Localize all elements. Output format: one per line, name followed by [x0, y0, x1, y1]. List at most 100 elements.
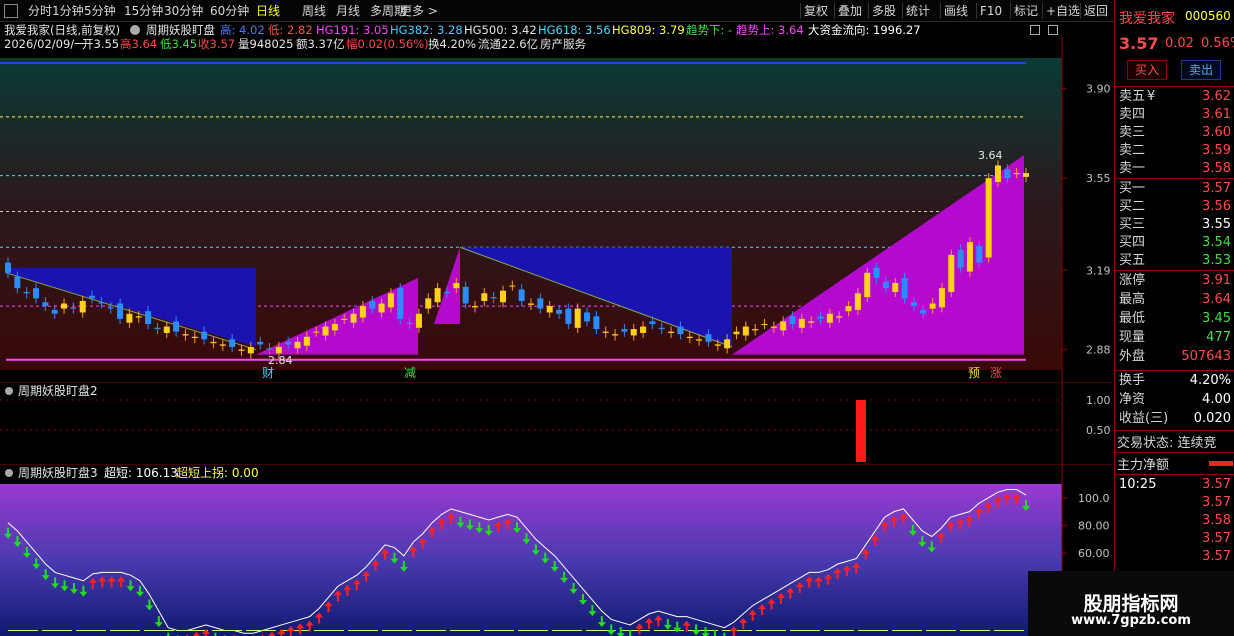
toolbar-right-5[interactable]: F10: [980, 0, 1002, 22]
bid-row-0[interactable]: 买一 3.57: [1115, 180, 1234, 198]
candle-body: [686, 336, 693, 339]
candle-body: [985, 178, 992, 258]
period-tab-1[interactable]: 1分钟: [52, 0, 84, 22]
bid-row-3[interactable]: 买四 3.54: [1115, 234, 1234, 252]
toolbar-right-1[interactable]: 叠加: [838, 0, 862, 22]
sell-button[interactable]: 卖出: [1181, 60, 1221, 80]
candle-body: [854, 293, 861, 310]
toolbar-divider: [940, 3, 941, 19]
candle-body: [434, 288, 441, 303]
stat-value: 3.45: [1202, 311, 1231, 326]
candle-body: [443, 292, 450, 294]
candle-body: [79, 300, 86, 313]
toolbar-right-0[interactable]: 复权: [804, 0, 828, 22]
period-tab-10[interactable]: 更多 >: [400, 0, 438, 22]
toolbar-right-2[interactable]: 多股: [872, 0, 896, 22]
stock-code: 000560: [1185, 9, 1231, 23]
ask-extra: ¥: [1147, 89, 1156, 104]
period-tab-0[interactable]: 分时: [28, 0, 52, 22]
tick-row-3: 3.57: [1115, 530, 1234, 548]
ask-row-1[interactable]: 卖四 3.61: [1115, 106, 1234, 124]
candle-body: [714, 344, 721, 346]
candle-body: [415, 313, 422, 328]
ask-price: 3.60: [1202, 125, 1231, 140]
toolbar-right-4[interactable]: 画线: [944, 0, 968, 22]
panel-collapse-icon[interactable]: [5, 387, 13, 395]
toolbar-right-3[interactable]: 统计: [906, 0, 930, 22]
candle-body: [481, 293, 488, 301]
event-marker-1[interactable]: 减: [404, 366, 416, 380]
candle-body: [546, 306, 553, 313]
candle-body: [994, 165, 1001, 183]
period-tab-3[interactable]: 15分钟: [124, 0, 163, 22]
period-tab-6[interactable]: 日线: [256, 0, 280, 22]
candle-body: [163, 326, 170, 333]
bid-row-2[interactable]: 买三 3.55: [1115, 216, 1234, 234]
indicator-panel-3[interactable]: 周期妖股盯盘3 超短: 106.13超短上拐: 0.00 100.0 80.00 60.…: [0, 464, 1112, 636]
divider: [1115, 452, 1234, 453]
candle-body: [1004, 169, 1011, 179]
chart-area[interactable]: 3.90 3.55 3.19 2.88 2.84 3.64 财 减 预涨 周期妖股盯盘2 1.00…: [0, 22, 1112, 636]
candle-body: [425, 298, 432, 309]
ask-row-2[interactable]: 卖三 3.60: [1115, 124, 1234, 142]
candle-body: [882, 281, 889, 289]
toolbar-divider: [1080, 3, 1081, 19]
candle-body: [499, 290, 506, 303]
panel-collapse-icon[interactable]: [5, 469, 13, 477]
candle-body: [518, 289, 525, 301]
event-marker-0[interactable]: 财: [262, 366, 274, 380]
toolbar-right-8[interactable]: 返回: [1084, 0, 1108, 22]
bid-label: 买四: [1119, 235, 1146, 250]
collapse-icon[interactable]: [130, 25, 140, 35]
ask-label: 卖二: [1119, 143, 1146, 158]
window-icon[interactable]: [1030, 25, 1040, 35]
event-marker-2[interactable]: 预: [968, 366, 980, 380]
ask-row-0[interactable]: 卖五 ¥3.62: [1115, 88, 1234, 106]
divider: [1115, 430, 1234, 431]
period-tab-2[interactable]: 5分钟: [84, 0, 116, 22]
ask-label: 卖五: [1119, 89, 1146, 104]
period-tab-8[interactable]: 月线: [336, 0, 360, 22]
bid-row-1[interactable]: 买二 3.56: [1115, 198, 1234, 216]
candle-body: [752, 329, 759, 331]
candle-body: [817, 316, 824, 319]
stat-value: 3.64: [1202, 292, 1231, 307]
stat2-value: 4.20%: [1189, 373, 1231, 388]
divider: [1115, 270, 1234, 271]
candle-body: [798, 318, 805, 328]
watermark: 股朋指标网 www.7gpzb.com: [1028, 571, 1234, 636]
toolbar-right-7[interactable]: +自选: [1046, 0, 1080, 22]
event-marker-3[interactable]: 涨: [990, 365, 1002, 380]
tick-row-4: 3.57: [1115, 548, 1234, 566]
stat-value: 507643: [1181, 349, 1231, 364]
date: 2026/02/09/一: [4, 37, 86, 51]
bid-price: 3.53: [1202, 253, 1231, 268]
restore-icon[interactable]: [1048, 25, 1058, 35]
toolbar-right-6[interactable]: 标记: [1014, 0, 1038, 22]
ask-row-4[interactable]: 卖一 3.58: [1115, 160, 1234, 178]
indicator-panel-2[interactable]: 周期妖股盯盘2 1.00 0.50: [0, 382, 1112, 466]
ask-row-3[interactable]: 卖二 3.59: [1115, 142, 1234, 160]
trend-down: 趋势下: -: [686, 23, 733, 37]
divider: [1115, 370, 1234, 371]
buy-button[interactable]: 买入: [1127, 60, 1167, 80]
candle-body: [266, 348, 273, 350]
change: 幅0.02(0.56%): [346, 37, 429, 51]
period-tab-5[interactable]: 60分钟: [210, 0, 249, 22]
candle-body: [294, 341, 301, 349]
price-chart[interactable]: 3.90 3.55 3.19 2.88 2.84 3.64 财 减 预涨: [0, 36, 1112, 392]
toolbar-menu-icon[interactable]: [4, 4, 18, 18]
panel2-axis-label: 0.50: [1086, 424, 1111, 437]
candle-body: [901, 277, 908, 299]
candle-body: [929, 303, 936, 309]
candle-body: [780, 321, 787, 331]
low-value: 低: 2.82: [268, 23, 313, 37]
candle-body: [126, 313, 133, 323]
price-axis-label: 2.88: [1086, 344, 1111, 357]
candle-body: [173, 321, 180, 332]
stat-row-4: 外盘 507643: [1115, 348, 1234, 366]
period-tab-4[interactable]: 30分钟: [164, 0, 203, 22]
bid-row-4[interactable]: 买五 3.53: [1115, 252, 1234, 270]
period-tab-7[interactable]: 周线: [302, 0, 326, 22]
candle-body: [537, 298, 544, 309]
